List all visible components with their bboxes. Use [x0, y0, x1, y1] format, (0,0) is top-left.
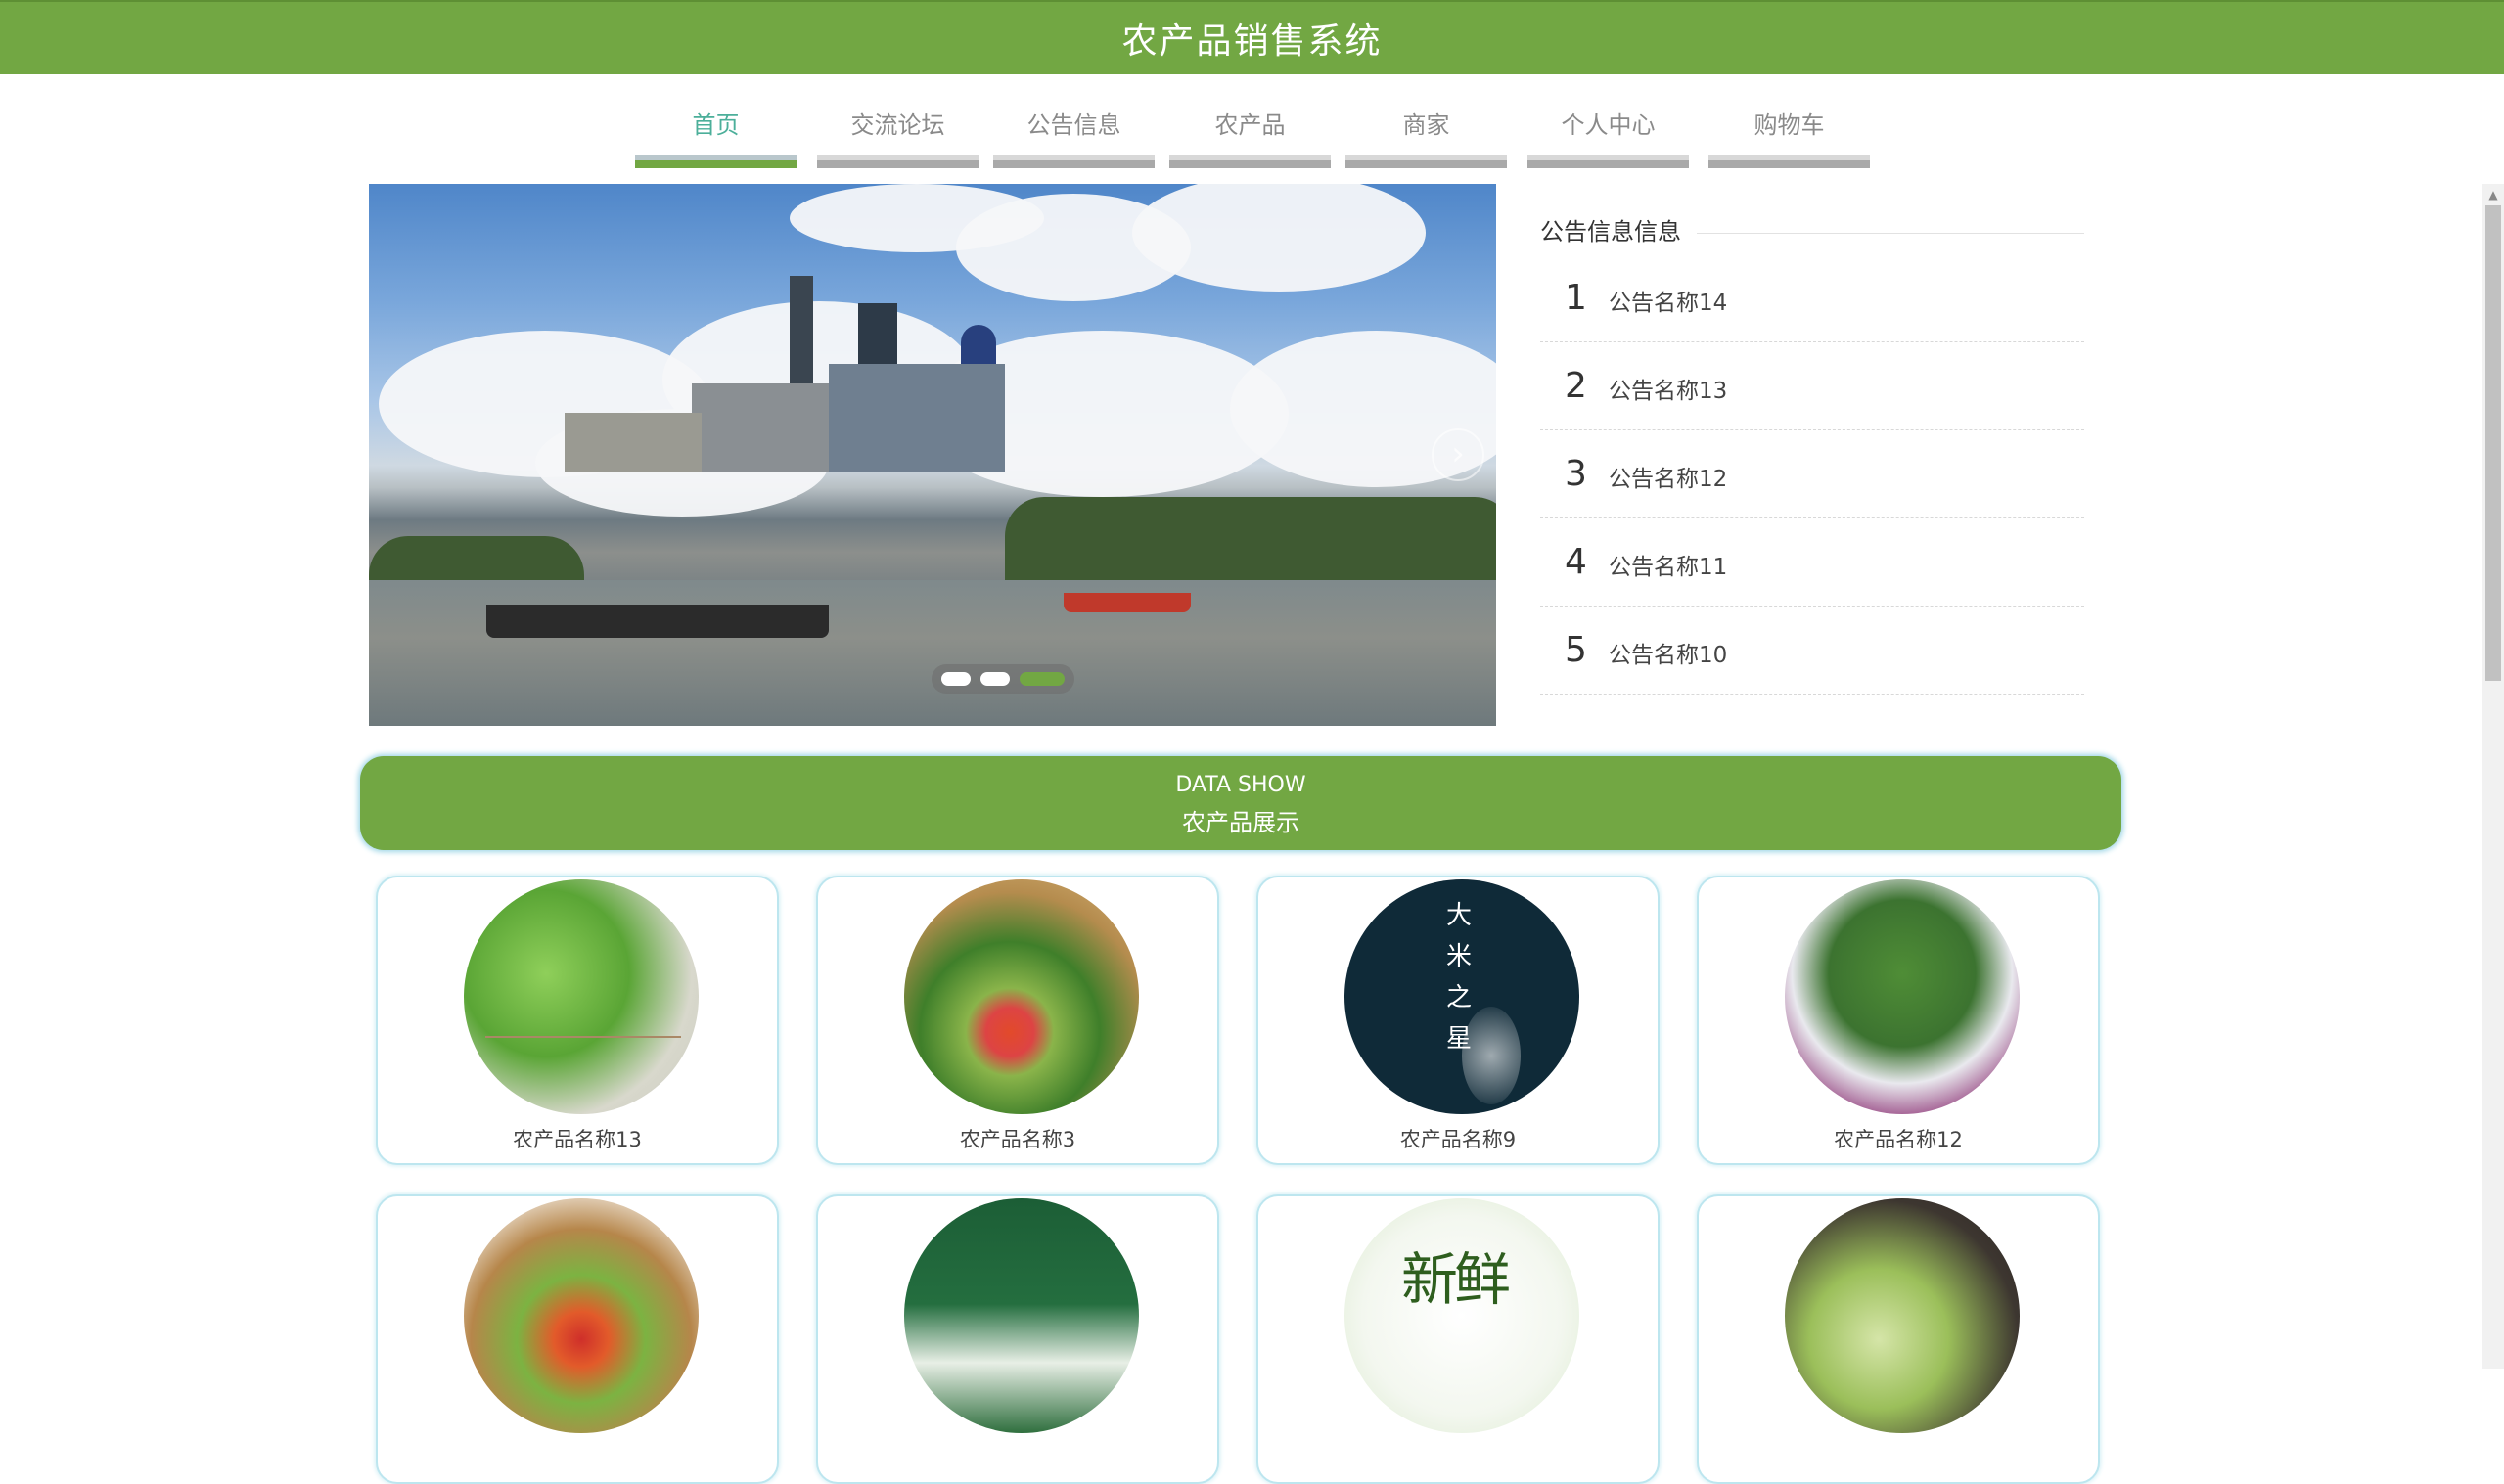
carousel-dot-active[interactable]: [1020, 672, 1065, 686]
site-title: 农产品销售系统: [1121, 22, 1383, 62]
product-card[interactable]: 农产品名称13: [376, 876, 779, 1165]
scroll-up-icon[interactable]: ▲: [2482, 184, 2504, 205]
scroll-thumb[interactable]: [2485, 205, 2501, 681]
nav-item-merchants[interactable]: 商家: [1345, 100, 1507, 168]
nav-item-label: 购物车: [1753, 112, 1825, 139]
nav-item-label: 农产品: [1214, 112, 1286, 139]
page-scrollbar[interactable]: ▲: [2482, 184, 2504, 1369]
steam-graphic: [1462, 1007, 1521, 1104]
notice-number: 2: [1565, 366, 1587, 406]
nav-item-profile[interactable]: 个人中心: [1527, 100, 1689, 168]
product-name[interactable]: 农产品名称13: [378, 1124, 777, 1153]
nav-item-label: 交流论坛: [850, 112, 945, 139]
nav-item-forum[interactable]: 交流论坛: [817, 100, 979, 168]
notice-link[interactable]: 公告名称10: [1609, 636, 1727, 669]
rice-char: 之: [1445, 983, 1472, 1012]
nav-underline: [1527, 155, 1689, 168]
product-image[interactable]: 新鲜: [1344, 1198, 1579, 1433]
data-show-banner: DATA SHOW 农产品展示: [360, 756, 2121, 850]
notice-number: 5: [1565, 630, 1587, 670]
notice-link[interactable]: 公告名称13: [1609, 372, 1727, 405]
notice-item[interactable]: 2 公告名称13: [1540, 342, 2084, 430]
notice-number: 1: [1565, 278, 1587, 318]
banner-carousel[interactable]: ›: [369, 184, 1496, 726]
product-image[interactable]: [904, 879, 1139, 1114]
product-card[interactable]: 农产品名称3: [816, 876, 1219, 1165]
main-nav: 首页 交流论坛 公告信息 农产品 商家 个人中心 购物车: [0, 100, 2504, 168]
product-image[interactable]: [1785, 879, 2020, 1114]
product-image[interactable]: [464, 1198, 699, 1433]
nav-underline: [1169, 155, 1331, 168]
carousel-dot[interactable]: [980, 672, 1010, 686]
nav-underline: [1708, 155, 1870, 168]
product-name[interactable]: 农产品名称3: [818, 1124, 1217, 1153]
product-card[interactable]: 大 米 之 星 农产品名称9: [1256, 876, 1660, 1165]
product-image[interactable]: [464, 879, 699, 1114]
nav-item-notices[interactable]: 公告信息: [993, 100, 1155, 168]
fresh-poster-text: 新鲜: [1401, 1246, 1511, 1313]
site-header: 农产品销售系统: [0, 0, 2504, 74]
carousel-dot[interactable]: [941, 672, 971, 686]
rice-char: 大: [1445, 901, 1472, 930]
nav-item-label: 首页: [692, 112, 740, 139]
product-image[interactable]: [904, 1198, 1139, 1433]
nav-item-label: 商家: [1402, 112, 1450, 139]
notice-link[interactable]: 公告名称14: [1609, 284, 1727, 317]
notice-item[interactable]: 3 公告名称12: [1540, 430, 2084, 518]
nav-underline: [817, 155, 979, 168]
nav-item-label: 个人中心: [1561, 112, 1656, 139]
section-title-zh: 农产品展示: [1182, 809, 1299, 836]
product-card[interactable]: [1697, 1194, 2100, 1484]
section-title-en: DATA SHOW: [1175, 773, 1306, 797]
notice-link[interactable]: 公告名称11: [1609, 548, 1727, 581]
carousel-indicators: [932, 664, 1074, 694]
nav-underline: [1345, 155, 1507, 168]
product-card[interactable]: 农产品名称12: [1697, 876, 2100, 1165]
notice-number: 4: [1565, 542, 1587, 582]
notice-item[interactable]: 1 公告名称14: [1540, 254, 2084, 342]
product-name[interactable]: 农产品名称9: [1258, 1124, 1658, 1153]
product-image[interactable]: 大 米 之 星: [1344, 879, 1579, 1114]
product-image[interactable]: [1785, 1198, 2020, 1433]
notice-link[interactable]: 公告名称12: [1609, 460, 1727, 493]
image-watermark: [485, 1036, 681, 1087]
notice-panel: 公告信息信息 1 公告名称14 2 公告名称13 3 公告名称12 4 公告名称…: [1540, 209, 2084, 695]
nav-underline: [993, 155, 1155, 168]
notice-item[interactable]: 5 公告名称10: [1540, 607, 2084, 695]
notice-title: 公告信息信息: [1540, 218, 1697, 246]
nav-item-products[interactable]: 农产品: [1169, 100, 1331, 168]
nav-underline: [635, 155, 797, 168]
notice-number: 3: [1565, 454, 1587, 494]
notice-item[interactable]: 4 公告名称11: [1540, 518, 2084, 607]
product-card[interactable]: [816, 1194, 1219, 1484]
rice-char: 米: [1445, 942, 1472, 971]
product-name[interactable]: 农产品名称12: [1699, 1124, 2098, 1153]
nav-item-home[interactable]: 首页: [635, 100, 797, 168]
carousel-next-button[interactable]: ›: [1432, 428, 1484, 481]
notice-header: 公告信息信息: [1540, 209, 2084, 254]
product-card[interactable]: 新鲜: [1256, 1194, 1660, 1484]
nav-item-label: 公告信息: [1026, 112, 1121, 139]
product-card[interactable]: [376, 1194, 779, 1484]
nav-item-cart[interactable]: 购物车: [1708, 100, 1870, 168]
